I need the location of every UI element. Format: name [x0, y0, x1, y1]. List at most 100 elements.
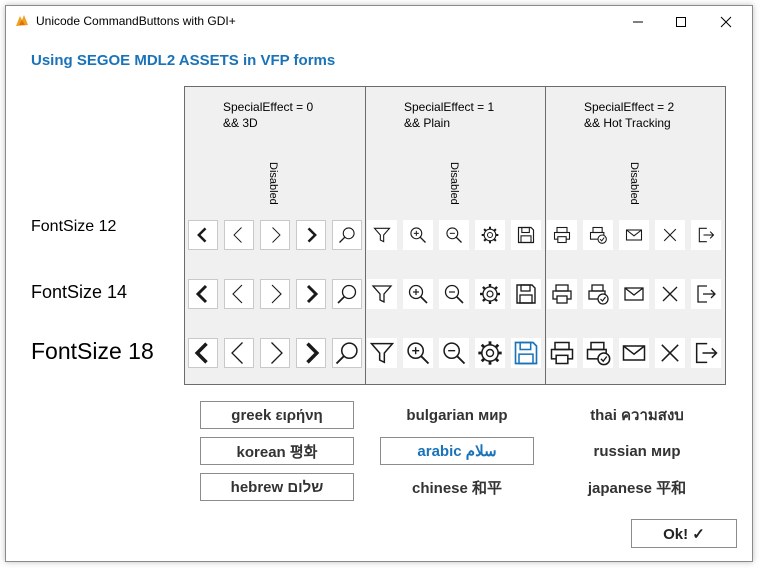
- chevron-left-bold-button[interactable]: [188, 338, 218, 368]
- chevron-left-button[interactable]: [224, 220, 254, 250]
- filter-button[interactable]: [367, 338, 397, 368]
- language-button-thai[interactable]: thai ความสงบ: [560, 401, 714, 429]
- sign-out-icon: [695, 342, 718, 364]
- save-button[interactable]: [511, 220, 541, 250]
- gear-icon: [478, 341, 502, 365]
- sign-out-icon: [698, 227, 715, 243]
- save-icon: [514, 341, 538, 365]
- row-label-fontsize-18: FontSize 18: [31, 338, 154, 364]
- gear-button[interactable]: [475, 338, 505, 368]
- sign-out-button[interactable]: [691, 338, 721, 368]
- mail-button[interactable]: [619, 279, 649, 309]
- chevron-left-button[interactable]: [224, 338, 254, 368]
- main-window: Unicode CommandButtons with GDI+ Using S…: [5, 5, 753, 562]
- print-settings-icon: [588, 284, 609, 305]
- minimize-button[interactable]: [615, 6, 661, 37]
- language-button-chinese[interactable]: chinese 和平: [380, 473, 534, 501]
- print-settings-button[interactable]: [583, 338, 613, 368]
- chevron-left-button[interactable]: [224, 279, 254, 309]
- chevron-left-bold-icon: [195, 284, 208, 304]
- close-x-button[interactable]: [655, 220, 685, 250]
- chevron-right-button[interactable]: [260, 279, 290, 309]
- chevron-left-bold-button[interactable]: [188, 279, 218, 309]
- language-button-japanese[interactable]: japanese 平和: [560, 473, 714, 501]
- zoom-out-button[interactable]: [439, 220, 469, 250]
- chevron-right-bold-button[interactable]: [296, 220, 326, 250]
- minimize-icon: [633, 21, 643, 22]
- search-button[interactable]: [332, 338, 362, 368]
- zoom-out-button[interactable]: [439, 338, 469, 368]
- sign-out-icon: [697, 285, 716, 303]
- language-button-bulgarian[interactable]: bulgarian мир: [380, 401, 534, 429]
- print-settings-button[interactable]: [583, 279, 613, 309]
- zoom-in-button[interactable]: [403, 220, 433, 250]
- chevron-left-bold-button[interactable]: [188, 220, 218, 250]
- column-header-hot-tracking: SpecialEffect = 2 && Hot Tracking: [584, 100, 675, 130]
- chevron-right-button[interactable]: [260, 338, 290, 368]
- mail-button[interactable]: [619, 338, 649, 368]
- chevron-right-button[interactable]: [260, 220, 290, 250]
- chevron-right-bold-icon: [306, 284, 319, 304]
- gear-button[interactable]: [475, 220, 505, 250]
- column-header-3d: SpecialEffect = 0 && 3D: [223, 100, 314, 130]
- sign-out-button[interactable]: [691, 279, 721, 309]
- sign-out-button[interactable]: [691, 220, 721, 250]
- save-button[interactable]: [511, 279, 541, 309]
- filter-icon: [371, 285, 393, 304]
- language-button-hebrew[interactable]: hebrew שלום: [200, 473, 354, 501]
- chevron-right-bold-button[interactable]: [296, 279, 326, 309]
- chevron-right-icon: [271, 342, 283, 364]
- zoom-out-icon: [443, 342, 466, 365]
- zoom-in-icon: [410, 227, 426, 243]
- save-button[interactable]: [511, 338, 541, 368]
- filter-button[interactable]: [367, 279, 397, 309]
- ok-button[interactable]: Ok! ✓: [631, 519, 737, 548]
- filter-button[interactable]: [367, 220, 397, 250]
- chevron-right-bold-button[interactable]: [296, 338, 326, 368]
- search-button[interactable]: [332, 220, 362, 250]
- row-label-fontsize-12: FontSize 12: [31, 218, 117, 235]
- chevron-left-bold-icon: [194, 342, 208, 364]
- print-settings-icon: [589, 226, 607, 244]
- close-x-button[interactable]: [655, 279, 685, 309]
- zoom-in-icon: [407, 342, 430, 365]
- language-button-greek[interactable]: greek ειρήνη: [200, 401, 354, 429]
- mail-button[interactable]: [619, 220, 649, 250]
- close-x-button[interactable]: [655, 338, 685, 368]
- search-icon: [335, 342, 358, 365]
- row-label-fontsize-14: FontSize 14: [31, 282, 128, 302]
- maximize-icon: [676, 16, 686, 27]
- close-icon: [720, 16, 732, 27]
- print-button[interactable]: [547, 220, 577, 250]
- gear-button[interactable]: [475, 279, 505, 309]
- search-icon: [337, 284, 357, 304]
- chevron-right-bold-icon: [306, 342, 320, 364]
- mail-icon: [624, 287, 644, 301]
- zoom-out-button[interactable]: [439, 279, 469, 309]
- search-button[interactable]: [332, 279, 362, 309]
- close-x-icon: [663, 228, 677, 242]
- close-x-icon: [661, 344, 679, 362]
- chevron-right-icon: [271, 284, 282, 304]
- search-icon: [339, 227, 355, 243]
- print-settings-button[interactable]: [583, 220, 613, 250]
- close-window-button[interactable]: [703, 6, 749, 37]
- zoom-in-button[interactable]: [403, 279, 433, 309]
- mail-icon: [625, 229, 643, 241]
- print-settings-icon: [586, 341, 611, 366]
- zoom-out-icon: [444, 284, 464, 304]
- print-icon: [553, 226, 571, 244]
- chevron-right-bold-icon: [307, 227, 317, 243]
- zoom-in-button[interactable]: [403, 338, 433, 368]
- language-button-arabic[interactable]: arabic سلام: [380, 437, 534, 465]
- close-x-icon: [662, 286, 678, 302]
- language-button-korean[interactable]: korean 평화: [200, 437, 354, 465]
- print-button[interactable]: [547, 279, 577, 309]
- disabled-label: Disabled: [267, 162, 279, 205]
- title-bar[interactable]: Unicode CommandButtons with GDI+: [6, 6, 752, 37]
- print-button[interactable]: [547, 338, 577, 368]
- print-icon: [550, 341, 574, 365]
- column-header-plain: SpecialEffect = 1 && Plain: [404, 100, 495, 130]
- maximize-button[interactable]: [658, 6, 704, 37]
- language-button-russian[interactable]: russian мир: [560, 437, 714, 465]
